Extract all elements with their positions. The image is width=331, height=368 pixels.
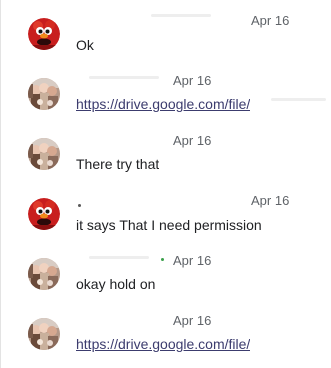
blurred-sender-name (89, 76, 159, 79)
message-date: Apr 16 (251, 13, 290, 28)
message-date: Apr 16 (173, 133, 212, 148)
message-date: Apr 16 (173, 73, 212, 88)
online-status-dot (161, 258, 164, 261)
group-photo-avatar[interactable] (28, 138, 60, 170)
group-photo-avatar[interactable] (28, 78, 60, 110)
message-text: Ok (76, 37, 94, 53)
red-monster-avatar[interactable] (28, 18, 60, 50)
group-photo-avatar[interactable] (28, 258, 60, 290)
blurred-sender-name (78, 204, 81, 207)
blurred-sender-name (151, 14, 211, 17)
avatar-image (28, 78, 60, 110)
chat-message: Apr 16 it says That I need permission (1, 190, 331, 250)
chat-message: Apr 16 Ok (1, 10, 331, 70)
avatar-image (28, 258, 60, 290)
message-date: Apr 16 (173, 253, 212, 268)
group-photo-avatar[interactable] (28, 318, 60, 350)
drive-link[interactable]: https://drive.google.com/file/ (76, 336, 250, 352)
drive-link[interactable]: https://drive.google.com/file/ (76, 96, 250, 112)
chat-message: Apr 16 https://drive.google.com/file/ (1, 70, 331, 130)
red-monster-avatar[interactable] (28, 198, 60, 230)
message-text: okay hold on (76, 276, 156, 292)
avatar-image (28, 18, 60, 50)
chat-message: Apr 16 There try that (1, 130, 331, 190)
message-text: it says That I need permission (76, 217, 262, 233)
chat-message-list[interactable]: Apr 16 Ok Apr 16 https://drive.google.co… (0, 0, 331, 368)
avatar-image (28, 198, 60, 230)
blurred-sender-name (89, 256, 149, 259)
message-date: Apr 16 (173, 313, 212, 328)
message-date: Apr 16 (251, 193, 290, 208)
avatar-image (28, 138, 60, 170)
chat-message: Apr 16 https://drive.google.com/file/ (1, 310, 331, 368)
message-text: There try that (76, 156, 160, 172)
blurred-text (271, 98, 326, 101)
chat-message: Apr 16 okay hold on (1, 250, 331, 310)
avatar-image (28, 318, 60, 350)
